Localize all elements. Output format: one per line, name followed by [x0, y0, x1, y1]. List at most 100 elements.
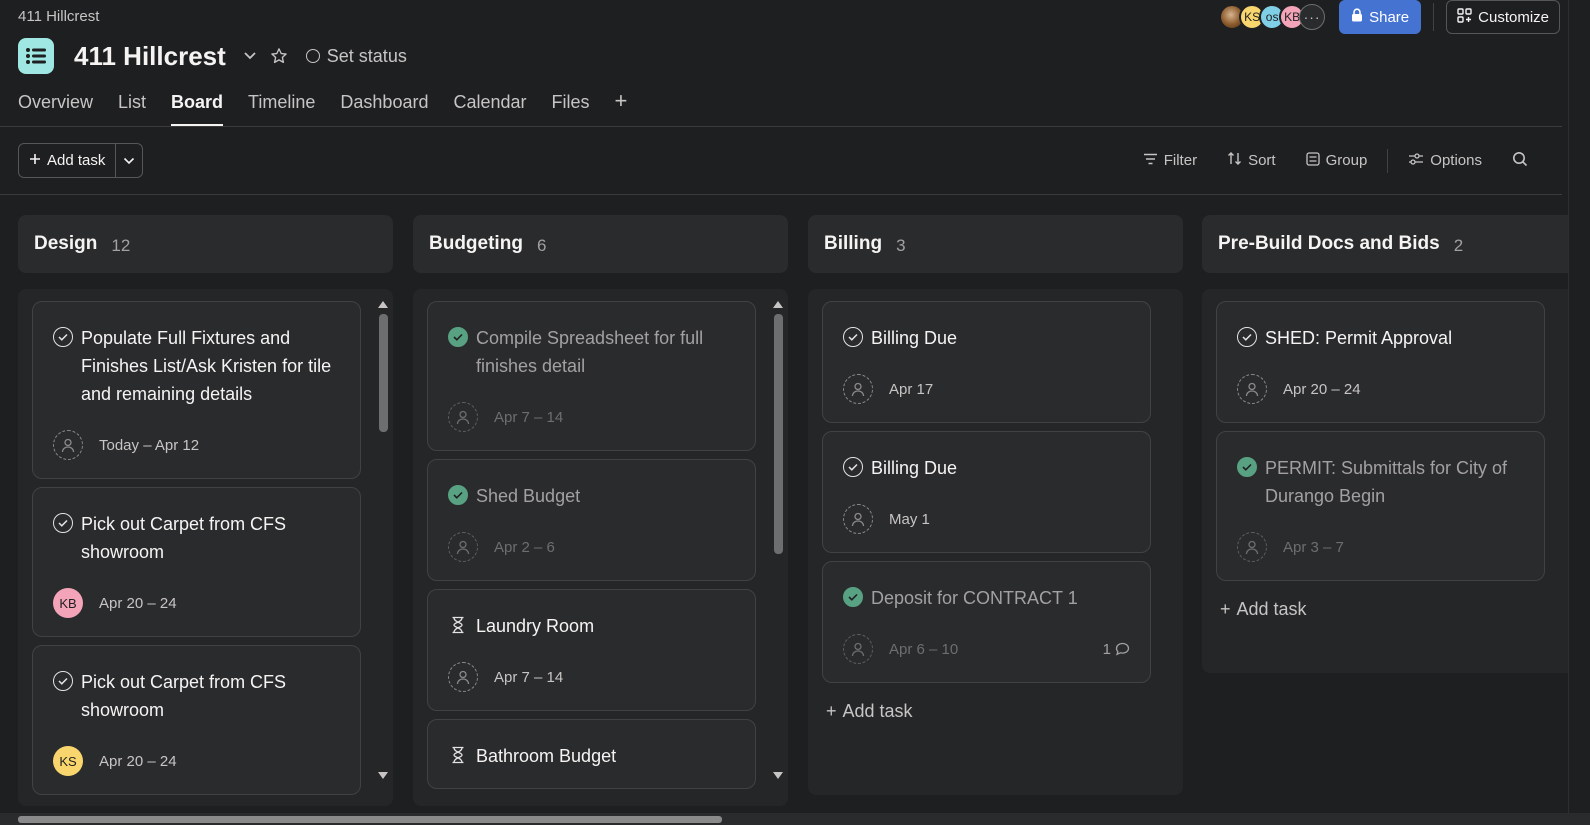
project-list-icon[interactable] [18, 38, 54, 74]
assign-user-icon[interactable] [53, 430, 83, 460]
complete-check-icon[interactable] [843, 457, 863, 477]
tab-overview[interactable]: Overview [18, 88, 93, 126]
due-date[interactable]: Apr 6 – 10 [889, 641, 958, 658]
scroll-down-icon[interactable] [773, 772, 783, 779]
set-status-button[interactable]: Set status [305, 45, 407, 67]
page-vertical-scrollbar[interactable] [1568, 0, 1590, 825]
chevron-down-icon[interactable] [240, 46, 260, 66]
star-icon[interactable] [268, 45, 290, 67]
completed-check-icon[interactable] [448, 485, 468, 505]
column-scrollbar[interactable] [772, 301, 784, 779]
complete-check-icon[interactable] [843, 327, 863, 347]
add-task-label: Add task [47, 152, 106, 169]
due-date[interactable]: Today – Apr 12 [99, 437, 199, 454]
board-horizontal-scrollbar[interactable] [0, 813, 1590, 825]
assign-user-icon[interactable] [1237, 374, 1267, 404]
due-date[interactable]: Apr 2 – 6 [494, 539, 555, 556]
completed-check-icon[interactable] [448, 327, 468, 347]
set-status-label: Set status [326, 45, 407, 66]
completed-check-icon[interactable] [1237, 457, 1257, 477]
column-header[interactable]: Design 12 [18, 215, 393, 273]
assign-user-icon[interactable] [448, 662, 478, 692]
scroll-thumb[interactable] [18, 816, 722, 823]
task-title: SHED: Permit Approval [1265, 328, 1453, 348]
member-avatars[interactable]: KS os KB ··· [1219, 4, 1326, 30]
column-count: 12 [111, 236, 131, 255]
task-card[interactable]: SHED: Permit Approval Apr 20 – 24 [1216, 301, 1545, 423]
complete-check-icon[interactable] [53, 513, 73, 533]
view-tools: Filter Sort Group Options [1113, 143, 1528, 178]
task-card[interactable]: Pick out Carpet from CFS showroom KS Apr… [32, 645, 361, 795]
search-button[interactable] [1512, 151, 1528, 171]
due-date[interactable]: Apr 3 – 7 [1283, 539, 1344, 556]
options-label: Options [1430, 152, 1482, 169]
tab-list[interactable]: List [118, 88, 146, 126]
task-card[interactable]: Deposit for CONTRACT 1 Apr 6 – 10 1 [822, 561, 1151, 683]
due-date[interactable]: Apr 20 – 24 [99, 753, 177, 770]
task-card[interactable]: Shed Budget Apr 2 – 6 [427, 459, 756, 581]
tab-timeline[interactable]: Timeline [248, 88, 315, 126]
task-card[interactable]: Pick out Carpet from CFS showroom KB Apr… [32, 487, 361, 637]
task-card[interactable]: Populate Full Fixtures and Finishes List… [32, 301, 361, 479]
column-scrollbar[interactable] [377, 301, 389, 779]
add-task-button[interactable]: Add task [19, 144, 117, 177]
task-card[interactable]: Laundry Room Apr 7 – 14 [427, 589, 756, 711]
column-add-task-button[interactable]: + Add task [1216, 589, 1563, 628]
comment-count[interactable]: 1 [1103, 641, 1130, 658]
add-tab-plus-icon[interactable]: + [615, 88, 628, 126]
complete-check-icon[interactable] [53, 327, 73, 347]
task-title: Shed Budget [476, 486, 581, 506]
due-date[interactable]: Apr 7 – 14 [494, 409, 563, 426]
group-button[interactable]: Group [1305, 151, 1367, 170]
more-members-icon[interactable]: ··· [1299, 4, 1326, 30]
task-card[interactable]: Billing Due May 1 [822, 431, 1151, 553]
scroll-down-icon[interactable] [378, 772, 388, 779]
due-date[interactable]: Apr 17 [889, 381, 933, 398]
assign-user-icon[interactable] [843, 504, 873, 534]
board-column-billing: Billing 3 Billing Due Apr 17 Billing Due… [808, 215, 1183, 795]
sort-button[interactable]: Sort [1227, 151, 1276, 170]
column-header[interactable]: Billing 3 [808, 215, 1183, 273]
assign-user-icon[interactable] [1237, 532, 1267, 562]
project-title[interactable]: 411 Hillcrest [74, 41, 226, 72]
scroll-up-icon[interactable] [773, 301, 783, 308]
customize-button[interactable]: Customize [1446, 0, 1560, 34]
due-date[interactable]: Apr 7 – 14 [494, 669, 563, 686]
column-header[interactable]: Budgeting 6 [413, 215, 788, 273]
due-date[interactable]: Apr 20 – 24 [99, 595, 177, 612]
filter-button[interactable]: Filter [1143, 152, 1197, 169]
avatar[interactable]: KB [53, 588, 83, 618]
tab-dashboard[interactable]: Dashboard [340, 88, 428, 126]
add-task-dropdown[interactable] [116, 144, 142, 177]
task-card[interactable]: Billing Due Apr 17 [822, 301, 1151, 423]
assign-user-icon[interactable] [843, 634, 873, 664]
task-card[interactable]: PERMIT: Submittals for City of Durango B… [1216, 431, 1545, 581]
plus-icon: + [1220, 599, 1231, 619]
assign-user-icon[interactable] [448, 532, 478, 562]
scroll-up-icon[interactable] [378, 301, 388, 308]
due-date[interactable]: Apr 20 – 24 [1283, 381, 1361, 398]
tab-calendar[interactable]: Calendar [453, 88, 526, 126]
scroll-thumb[interactable] [378, 314, 388, 432]
share-button[interactable]: Share [1339, 0, 1422, 34]
completed-check-icon[interactable] [843, 587, 863, 607]
column-add-task-button[interactable]: + Add task [822, 691, 1169, 730]
options-button[interactable]: Options [1408, 152, 1482, 170]
complete-check-icon[interactable] [53, 671, 73, 691]
assign-user-icon[interactable] [448, 402, 478, 432]
due-date[interactable]: May 1 [889, 511, 930, 528]
divider [1433, 3, 1435, 31]
avatar[interactable]: KS [53, 746, 83, 776]
tab-files[interactable]: Files [552, 88, 590, 126]
column-header[interactable]: Pre-Build Docs and Bids 2 [1202, 215, 1577, 273]
column-title: Billing [824, 233, 883, 254]
tab-board[interactable]: Board [171, 88, 224, 126]
task-title: Pick out Carpet from CFS showroom [81, 672, 287, 720]
task-card[interactable]: Bathroom Budget [427, 719, 756, 789]
task-title: Compile Spreadsheet for full finishes de… [476, 328, 704, 376]
task-card[interactable]: Compile Spreadsheet for full finishes de… [427, 301, 756, 451]
scroll-thumb[interactable] [773, 314, 783, 554]
complete-check-icon[interactable] [1237, 327, 1257, 347]
hourglass-icon [448, 614, 468, 636]
assign-user-icon[interactable] [843, 374, 873, 404]
